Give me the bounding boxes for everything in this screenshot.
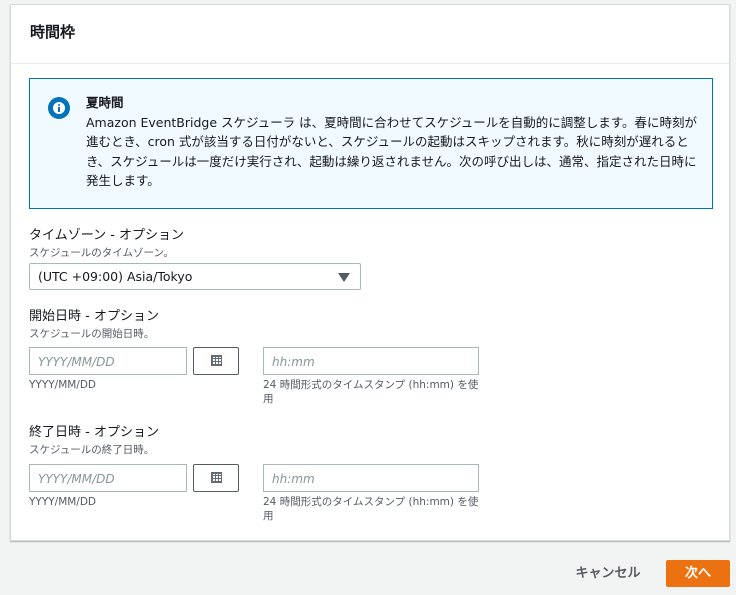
start-calendar-button[interactable] bbox=[193, 347, 239, 375]
end-date-hint: YYYY/MM/DD bbox=[29, 496, 97, 508]
dst-info-alert: 夏時間 Amazon EventBridge スケジューラ は、夏時間に合わせて… bbox=[29, 78, 713, 209]
start-label: 開始日時 - オプション bbox=[29, 309, 159, 324]
end-description: スケジュールの終了日時。 bbox=[29, 444, 155, 456]
calendar-icon bbox=[211, 355, 222, 366]
info-body: Amazon EventBridge スケジューラ は、夏時間に合わせてスケジュ… bbox=[86, 114, 697, 189]
time-window-panel: 時間枠 夏時間 Amazon EventBridge スケジューラ は、夏時間に… bbox=[10, 4, 730, 541]
calendar-icon bbox=[211, 472, 222, 483]
start-date-input[interactable]: YYYY/MM/DD bbox=[29, 347, 187, 375]
start-time-hint: 24 時間形式のタイムスタンプ (hh:mm) を使用 bbox=[263, 379, 479, 405]
panel-title: 時間枠 bbox=[30, 23, 76, 41]
end-time-input[interactable]: hh:mm bbox=[263, 464, 479, 492]
info-icon bbox=[48, 97, 70, 119]
timezone-field: タイムゾーン - オプション スケジュールのタイムゾーン。 bbox=[29, 224, 184, 260]
next-button[interactable]: 次へ bbox=[666, 560, 730, 587]
info-heading: 夏時間 bbox=[86, 95, 124, 110]
timezone-description: スケジュールのタイムゾーン。 bbox=[29, 247, 174, 259]
start-description: スケジュールの開始日時。 bbox=[29, 328, 155, 340]
start-date-hint: YYYY/MM/DD bbox=[29, 379, 97, 391]
caret-down-icon bbox=[338, 273, 350, 282]
timezone-label: タイムゾーン - オプション bbox=[29, 228, 185, 243]
end-date-input[interactable]: YYYY/MM/DD bbox=[29, 464, 187, 492]
end-label: 終了日時 - オプション bbox=[29, 425, 159, 440]
end-time-hint: 24 時間形式のタイムスタンプ (hh:mm) を使用 bbox=[263, 496, 479, 522]
end-field: 終了日時 - オプション スケジュールの終了日時。 bbox=[29, 421, 159, 457]
start-time-input[interactable]: hh:mm bbox=[263, 347, 479, 375]
info-text: 夏時間 Amazon EventBridge スケジューラ は、夏時間に合わせて… bbox=[86, 93, 706, 191]
timezone-select-value: (UTC +09:00) Asia/Tokyo bbox=[38, 269, 193, 284]
panel-header: 時間枠 bbox=[11, 5, 729, 64]
start-field: 開始日時 - オプション スケジュールの開始日時。 bbox=[29, 305, 159, 341]
cancel-button[interactable]: キャンセル bbox=[566, 561, 650, 587]
timezone-select[interactable]: (UTC +09:00) Asia/Tokyo bbox=[29, 263, 361, 290]
end-calendar-button[interactable] bbox=[193, 464, 239, 492]
